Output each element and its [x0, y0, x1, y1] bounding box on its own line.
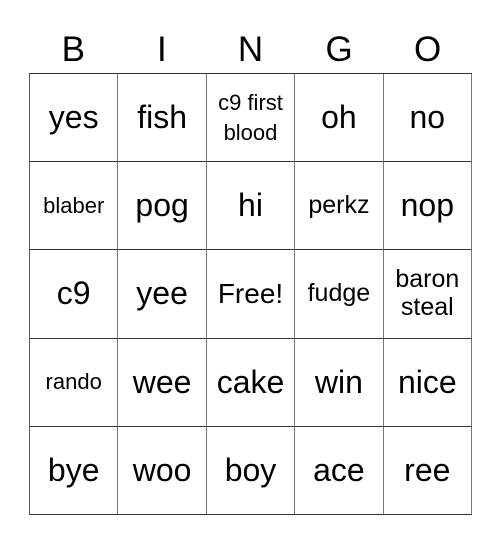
- bingo-header: B I N G O: [29, 28, 472, 72]
- bingo-cell[interactable]: oh: [295, 74, 384, 163]
- bingo-cell[interactable]: cake: [206, 338, 296, 427]
- header-letter-n: N: [237, 30, 264, 69]
- bingo-cell[interactable]: hi: [206, 162, 296, 251]
- bingo-cell[interactable]: bye: [30, 426, 119, 515]
- bingo-cell[interactable]: blaber: [30, 162, 119, 251]
- bingo-cell[interactable]: fudge: [295, 250, 384, 339]
- bingo-cell[interactable]: wee: [118, 338, 207, 427]
- header-letter-o: O: [414, 30, 442, 69]
- bingo-grid: yes fish c9 first blood oh no blaber pog…: [29, 73, 472, 515]
- bingo-cell[interactable]: nop: [383, 162, 472, 251]
- bingo-cell[interactable]: nice: [383, 338, 472, 427]
- free-space-cell[interactable]: Free!: [206, 250, 296, 339]
- bingo-cell[interactable]: perkz: [295, 162, 384, 251]
- bingo-cell[interactable]: no: [383, 74, 472, 163]
- header-letter-g: G: [325, 30, 353, 69]
- bingo-cell[interactable]: woo: [118, 426, 207, 515]
- bingo-cell[interactable]: c9 first blood: [206, 74, 296, 163]
- bingo-cell[interactable]: win: [295, 338, 384, 427]
- header-letter-i: I: [157, 30, 167, 69]
- bingo-cell[interactable]: pog: [118, 162, 207, 251]
- bingo-cell[interactable]: boy: [206, 426, 296, 515]
- bingo-cell[interactable]: baron steal: [383, 250, 472, 339]
- bingo-cell[interactable]: rando: [30, 338, 119, 427]
- bingo-cell[interactable]: ace: [295, 426, 384, 515]
- bingo-cell[interactable]: yes: [30, 74, 119, 163]
- header-letter-b: B: [61, 30, 85, 69]
- bingo-cell[interactable]: c9: [30, 250, 119, 339]
- bingo-cell[interactable]: fish: [118, 74, 207, 163]
- bingo-cell[interactable]: ree: [383, 426, 472, 515]
- bingo-cell[interactable]: yee: [118, 250, 207, 339]
